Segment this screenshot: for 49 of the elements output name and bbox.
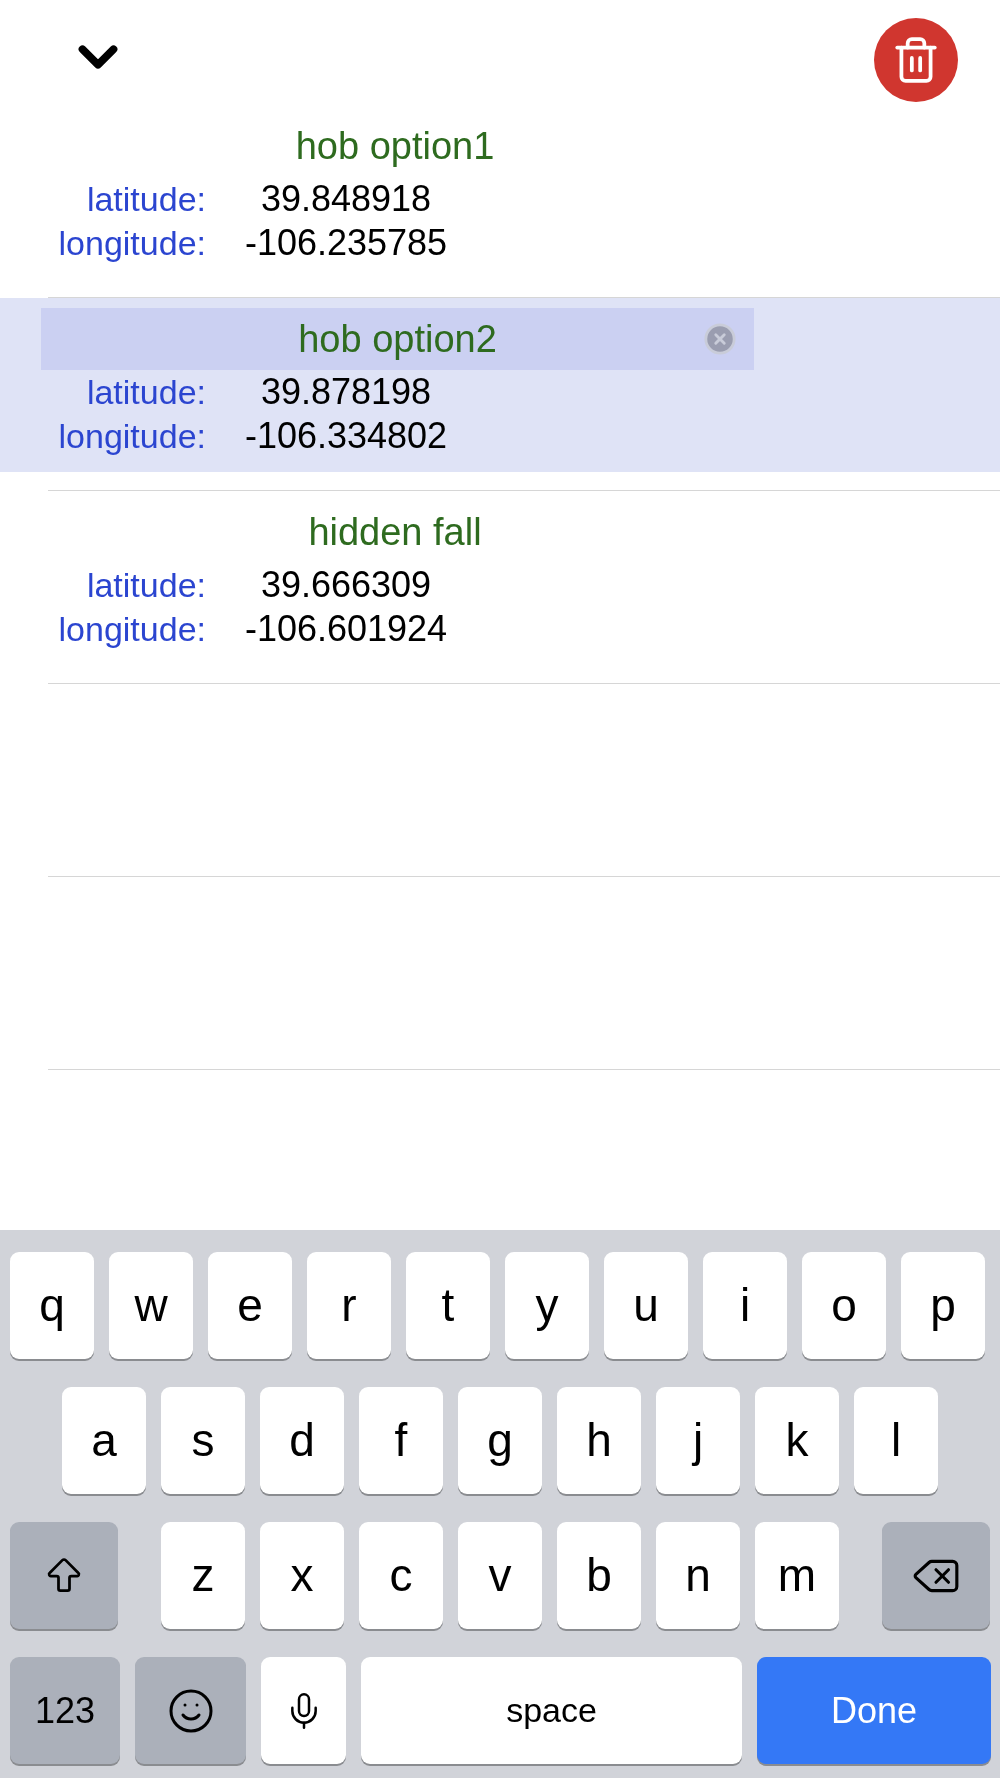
key[interactable]: e — [208, 1252, 292, 1359]
key[interactable]: p — [901, 1252, 985, 1359]
delete-key[interactable] — [882, 1522, 990, 1629]
longitude-label: longitude: — [57, 608, 206, 650]
latitude-value: 39.848918 — [259, 177, 433, 221]
key[interactable]: k — [755, 1387, 839, 1494]
dictation-key[interactable] — [261, 1657, 346, 1764]
shift-key[interactable] — [10, 1522, 118, 1629]
key[interactable]: g — [458, 1387, 542, 1494]
key[interactable]: x — [260, 1522, 344, 1629]
key[interactable]: a — [62, 1387, 146, 1494]
name-field[interactable]: hob option2 — [41, 308, 754, 370]
longitude-label: longitude: — [57, 415, 206, 457]
latitude-label: latitude: — [85, 371, 206, 413]
latitude-label: latitude: — [85, 564, 206, 606]
latitude-value: 39.878198 — [259, 370, 433, 414]
done-key[interactable]: Done — [757, 1657, 991, 1764]
key[interactable]: n — [656, 1522, 740, 1629]
key[interactable]: f — [359, 1387, 443, 1494]
key[interactable]: u — [604, 1252, 688, 1359]
key[interactable]: d — [260, 1387, 344, 1494]
location-name: hob option1 — [295, 123, 495, 169]
key[interactable]: i — [703, 1252, 787, 1359]
numbers-key[interactable]: 123 — [10, 1657, 120, 1764]
longitude-value: -106.601924 — [243, 607, 449, 651]
key[interactable]: q — [10, 1252, 94, 1359]
location-name: hidden fall — [308, 509, 482, 555]
longitude-value: -106.235785 — [243, 221, 449, 265]
key[interactable]: h — [557, 1387, 641, 1494]
key[interactable]: l — [854, 1387, 938, 1494]
key[interactable]: c — [359, 1522, 443, 1629]
key[interactable]: b — [557, 1522, 641, 1629]
key[interactable]: w — [109, 1252, 193, 1359]
key[interactable]: z — [161, 1522, 245, 1629]
key[interactable]: o — [802, 1252, 886, 1359]
key[interactable]: y — [505, 1252, 589, 1359]
key[interactable]: m — [755, 1522, 839, 1629]
key[interactable]: r — [307, 1252, 391, 1359]
latitude-value: 39.666309 — [259, 563, 433, 607]
latitude-label: latitude: — [85, 178, 206, 220]
key[interactable]: j — [656, 1387, 740, 1494]
space-key[interactable]: space — [361, 1657, 742, 1764]
longitude-label: longitude: — [57, 222, 206, 264]
key[interactable]: v — [458, 1522, 542, 1629]
key[interactable]: s — [161, 1387, 245, 1494]
emoji-key[interactable] — [135, 1657, 246, 1764]
location-row[interactable]: hob option2 latitude: 39.878198 longitude: -106.334802 — [0, 298, 1000, 472]
key[interactable]: t — [406, 1252, 490, 1359]
longitude-value: -106.334802 — [243, 414, 449, 458]
